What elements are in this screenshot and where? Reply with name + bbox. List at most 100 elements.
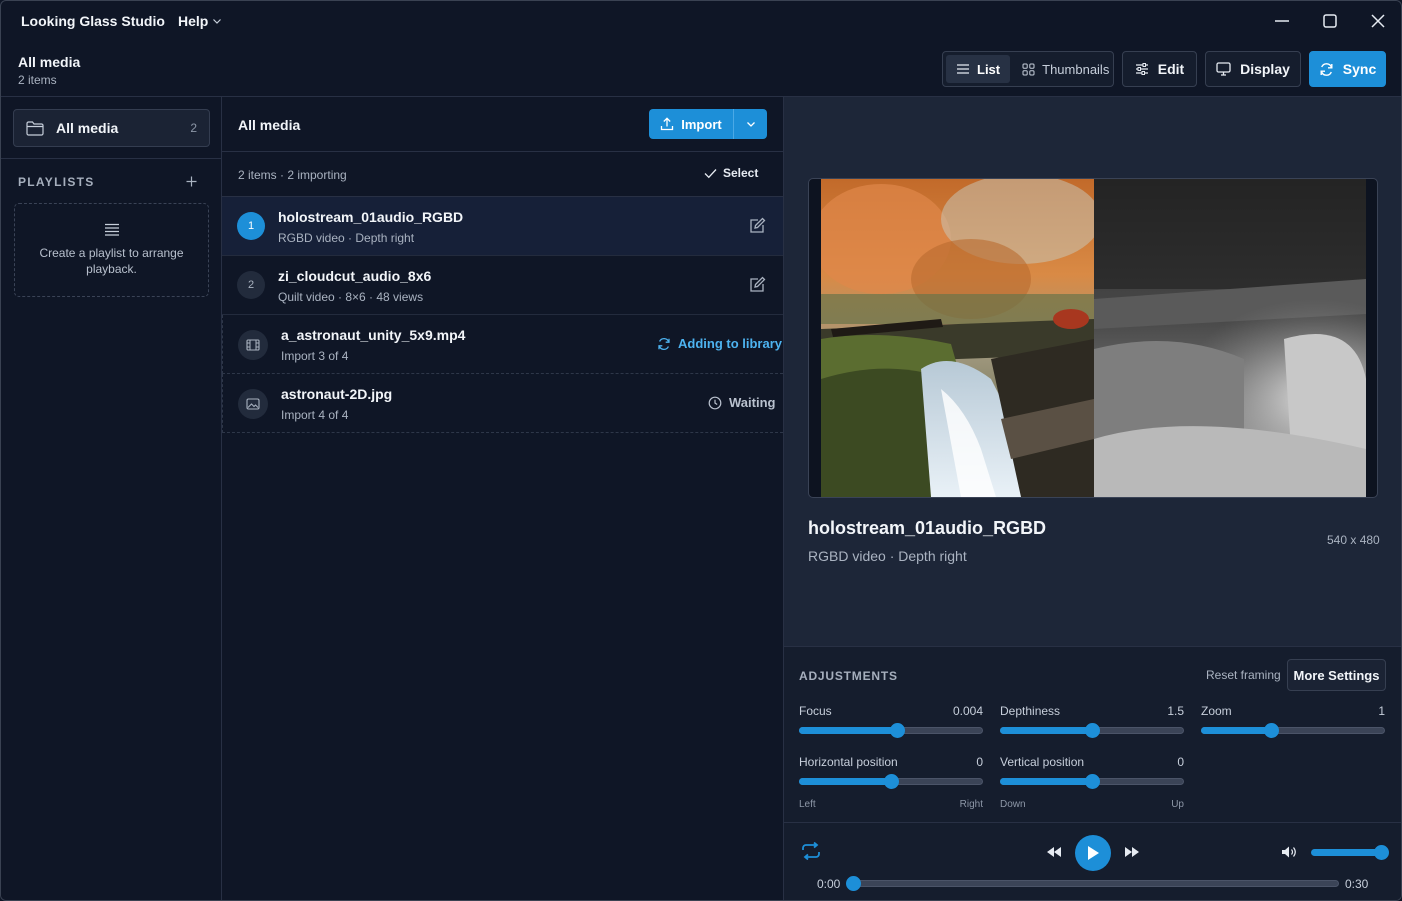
edit-icon[interactable] [748, 276, 766, 294]
row-index-badge: 1 [237, 212, 265, 240]
range-left-label: Left [799, 799, 816, 810]
preview-meta: RGBD video · Depth right [808, 548, 967, 564]
current-time: 0:00 [817, 877, 841, 891]
more-settings-button[interactable]: More Settings [1287, 659, 1386, 691]
seek-track[interactable] [850, 880, 1339, 887]
import-name: astronaut-2D.jpg [281, 386, 393, 402]
sync-button[interactable]: Sync [1309, 51, 1386, 87]
media-row[interactable]: 2 zi_cloudcut_audio_8x6 Quilt video · 8×… [222, 256, 783, 315]
chevron-down-icon [746, 122, 755, 127]
help-menu-label: Help [178, 13, 209, 29]
rewind-icon[interactable] [1046, 846, 1062, 858]
depthiness-value: 1.5 [1167, 704, 1184, 718]
zoom-fill [1201, 727, 1271, 734]
import-status-label: Waiting [729, 395, 776, 410]
import-button[interactable]: Import [649, 109, 734, 139]
focus-fill [799, 727, 897, 734]
close-window-button[interactable] [1363, 9, 1393, 33]
vertical-position-knob[interactable] [1085, 774, 1100, 789]
media-name: holostream_01audio_RGBD [278, 209, 464, 225]
preview-title: holostream_01audio_RGBD [808, 518, 1047, 538]
zoom-knob[interactable] [1264, 723, 1279, 738]
focus-knob[interactable] [890, 723, 905, 738]
import-meta: Import 3 of 4 [281, 349, 349, 363]
media-status-text: 2 items · 2 importing [238, 168, 347, 182]
import-status: Waiting [708, 395, 775, 410]
horizontal-position-track[interactable] [799, 774, 983, 789]
preview-color-image [821, 179, 1094, 497]
adjustments-header: ADJUSTMENTS [799, 669, 898, 683]
film-icon [238, 330, 268, 360]
minimize-button[interactable] [1267, 9, 1297, 33]
import-row: astronaut-2D.jpg Import 4 of 4 Waiting [222, 374, 783, 433]
add-playlist-button[interactable] [183, 173, 199, 189]
playlist-empty-state: Create a playlist to arrange playback. [14, 203, 209, 297]
display-label: Display [1240, 61, 1290, 77]
import-name: a_astronaut_unity_5x9.mp4 [281, 327, 466, 343]
total-time: 0:30 [1345, 877, 1369, 891]
media-list-title: All media [238, 117, 301, 133]
view-list-label: List [977, 61, 1001, 77]
zoom-value: 1 [1378, 704, 1385, 718]
sidebar-item-all-media[interactable]: All media 2 [13, 109, 210, 147]
range-right-label: Right [959, 799, 983, 810]
chevron-down-icon [213, 19, 222, 24]
preview-frame[interactable] [808, 178, 1378, 498]
import-label: Import [681, 116, 722, 132]
volume-icon[interactable] [1281, 845, 1297, 859]
clock-icon [708, 396, 722, 409]
maximize-icon [1323, 14, 1337, 28]
import-status: Adding to library [657, 336, 782, 351]
focus-track[interactable] [799, 723, 983, 738]
import-row: a_astronaut_unity_5x9.mp4 Import 3 of 4 … [222, 315, 783, 374]
app-title: Looking Glass Studio [21, 13, 165, 29]
page-title: All media [18, 54, 81, 70]
select-button[interactable]: Select [704, 166, 758, 180]
image-icon [238, 389, 268, 419]
horizontal-position-fill [799, 778, 891, 785]
vertical-position-track[interactable] [1000, 774, 1184, 789]
sync-icon [1320, 62, 1333, 76]
sidebar: All media 2 PLAYLISTS Create a playlist … [1, 96, 222, 900]
depthiness-track[interactable] [1000, 723, 1184, 738]
media-row[interactable]: 1 holostream_01audio_RGBD RGBD video · D… [222, 197, 783, 256]
focus-label: Focus [799, 704, 832, 718]
fast-forward-icon[interactable] [1124, 846, 1140, 858]
sync-label: Sync [1342, 61, 1377, 77]
sidebar-item-count: 2 [190, 121, 197, 135]
sidebar-divider [1, 158, 221, 159]
edit-icon[interactable] [748, 217, 766, 235]
view-thumbnails-button[interactable]: Thumbnails [1012, 55, 1119, 83]
view-toggle: List Thumbnails [942, 51, 1114, 87]
preview-depth-image [1094, 179, 1366, 497]
reset-framing-button[interactable]: Reset framing [1206, 668, 1281, 682]
vertical-position-value: 0 [1177, 755, 1184, 769]
horizontal-position-ends: Left Right [799, 799, 983, 810]
edit-label: Edit [1157, 61, 1185, 77]
page-subtitle: 2 items [18, 73, 57, 87]
view-list-button[interactable]: List [946, 55, 1011, 83]
media-meta: RGBD video · Depth right [278, 231, 415, 245]
horizontal-position-knob[interactable] [884, 774, 899, 789]
depthiness-knob[interactable] [1085, 723, 1100, 738]
zoom-track[interactable] [1201, 723, 1385, 738]
play-button[interactable] [1075, 835, 1111, 871]
display-button[interactable]: Display [1205, 51, 1301, 87]
zoom-label: Zoom [1201, 704, 1232, 718]
app-window: Looking Glass Studio Help All media 2 it… [0, 0, 1402, 901]
playlist-icon [104, 223, 119, 236]
loop-icon[interactable] [801, 842, 821, 860]
maximize-button[interactable] [1315, 9, 1345, 33]
volume-knob[interactable] [1374, 845, 1389, 860]
edit-button[interactable]: Edit [1122, 51, 1197, 87]
playlist-empty-text: Create a playlist to arrange playback. [39, 246, 184, 276]
seek-knob[interactable] [846, 876, 861, 891]
monitor-icon [1216, 62, 1231, 76]
volume-track[interactable] [1311, 849, 1383, 856]
import-options-button[interactable] [734, 109, 767, 139]
range-left-label: Down [1000, 799, 1026, 810]
help-menu[interactable]: Help [178, 13, 222, 29]
range-right-label: Up [1171, 799, 1184, 810]
focus-value: 0.004 [952, 704, 983, 718]
depthiness-fill [1000, 727, 1092, 734]
